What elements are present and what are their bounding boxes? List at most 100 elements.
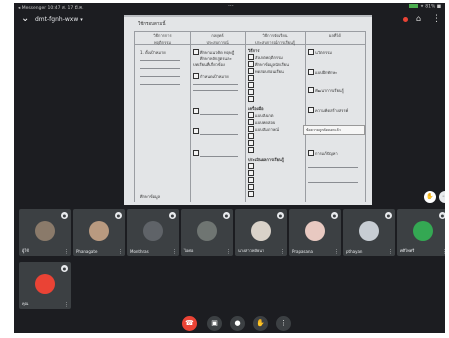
table-cell: ศึกษาข้อมูลนักเรียน xyxy=(255,62,289,67)
avatar xyxy=(35,221,55,241)
meet-screen: ◂ Messenger 10:47 ส. 17 มี.ค. ··· ✦ 81% … xyxy=(14,3,445,333)
collapse-chevron-icon[interactable]: ⌄ xyxy=(21,13,29,24)
copied-tooltip: ข้อความถูกคัดลอกแล้ว xyxy=(303,125,365,135)
checkbox[interactable] xyxy=(248,163,254,169)
screen-share-view[interactable]: ใช้กรอบตามนี้ วิธีการการ พฤติกรรม 1. ตั้… xyxy=(124,15,372,205)
checkbox[interactable] xyxy=(248,119,254,125)
table-cell: การแก้ปัญหา xyxy=(315,151,338,156)
recording-indicator-icon xyxy=(403,17,408,22)
participant-menu-icon[interactable]: ⋮ xyxy=(280,249,285,255)
mic-status-icon: ● xyxy=(61,212,68,219)
mic-status-icon: ● xyxy=(439,212,445,219)
mic-status-icon: ● xyxy=(331,212,338,219)
participant-menu-icon[interactable]: ⋮ xyxy=(118,249,123,255)
more-vert-icon[interactable]: ⋮ xyxy=(432,14,441,24)
avatar xyxy=(89,221,109,241)
raise-hand-icon[interactable]: ✋ xyxy=(253,316,268,331)
checkbox[interactable] xyxy=(248,140,254,146)
participant-name: ไอศอ xyxy=(184,248,194,253)
camera-icon[interactable]: ▣ xyxy=(207,316,222,331)
participant-menu-icon[interactable]: ⋮ xyxy=(442,249,445,255)
checkbox[interactable] xyxy=(248,68,254,74)
participant-tile[interactable]: ● ศศิไพศรี ⋮ xyxy=(397,209,445,256)
checkbox[interactable] xyxy=(193,108,199,114)
document-table: วิธีการการ พฤติกรรม 1. ตั้งเป้าหมาย ศึกษ… xyxy=(134,31,366,202)
checkbox[interactable] xyxy=(248,96,254,102)
checkbox[interactable] xyxy=(248,177,254,183)
checkbox[interactable] xyxy=(248,170,254,176)
shared-document: ใช้กรอบตามนี้ วิธีการการ พฤติกรรม 1. ตั้… xyxy=(124,17,372,205)
table-cell: นวัตกรรม xyxy=(315,50,332,55)
checkbox[interactable] xyxy=(308,49,314,55)
checkbox[interactable] xyxy=(248,61,254,67)
checkbox[interactable] xyxy=(308,150,314,156)
mic-status-icon: ● xyxy=(277,212,284,219)
status-left: ◂ Messenger 10:47 ส. 17 มี.ค. xyxy=(18,6,84,11)
avatar xyxy=(251,221,271,241)
avatar xyxy=(197,221,217,241)
checkbox[interactable] xyxy=(308,87,314,93)
meeting-code[interactable]: dmt-fgnh-wxw ▾ xyxy=(35,16,83,23)
mic-status-icon: ● xyxy=(385,212,392,219)
participant-name: นางสาวพลัยนา xyxy=(238,248,265,253)
microphone-icon[interactable]: ● xyxy=(230,316,245,331)
hand-icon[interactable]: ✋ xyxy=(424,191,436,203)
participant-menu-icon[interactable]: ⋮ xyxy=(226,249,231,255)
pin-icon[interactable]: ⌂ xyxy=(416,14,421,23)
table-cell: กำหนดเป้าหมาย xyxy=(200,74,229,79)
status-right: ✦ 81% ■ xyxy=(409,4,441,10)
table-cell: แบบสังเกต xyxy=(255,113,274,118)
checkbox[interactable] xyxy=(248,89,254,95)
checkbox[interactable] xyxy=(248,75,254,81)
column-header: กลยุทธ์ ประสบการณ์ xyxy=(190,32,245,45)
avatar xyxy=(305,221,325,241)
checkbox[interactable] xyxy=(248,82,254,88)
document-title: ใช้กรอบตามนี้ xyxy=(138,22,166,27)
checkbox[interactable] xyxy=(248,191,254,197)
section-label: วิธีการ xyxy=(248,48,260,53)
checkbox[interactable] xyxy=(248,147,254,153)
participant-tile[interactable]: ● Prapasana ⋮ xyxy=(289,209,341,256)
participant-name: Monthras xyxy=(130,249,149,254)
table-cell: แบบสัมภาษณ์ xyxy=(255,127,279,132)
end-call-icon[interactable]: ☎ xyxy=(182,316,197,331)
battery-icon xyxy=(409,4,419,8)
more-horiz-icon[interactable]: ⋯ xyxy=(439,191,445,203)
checkbox[interactable] xyxy=(248,112,254,118)
checkbox[interactable] xyxy=(193,49,199,55)
mic-status-icon: ● xyxy=(169,212,176,219)
checkbox[interactable] xyxy=(308,69,314,75)
checkbox[interactable] xyxy=(193,150,199,156)
checkbox[interactable] xyxy=(308,107,314,113)
participant-menu-icon[interactable]: ⋮ xyxy=(64,302,69,308)
participant-tile[interactable]: ● นางสาวพลัยนา ⋮ xyxy=(235,209,287,256)
participant-name: pthayan xyxy=(346,249,363,254)
checkbox[interactable] xyxy=(248,184,254,190)
participant-tile[interactable]: ● คุณ ⋮ xyxy=(19,262,71,309)
participant-menu-icon[interactable]: ⋮ xyxy=(172,249,177,255)
participant-menu-icon[interactable]: ⋮ xyxy=(388,249,393,255)
table-column: กลยุทธ์ ประสบการณ์ ศึกษาแนวคิด ทฤษฎี ศึก… xyxy=(190,32,246,202)
checkbox[interactable] xyxy=(248,54,254,60)
participant-tile[interactable]: ● pthayan ⋮ xyxy=(343,209,395,256)
checkbox[interactable] xyxy=(248,126,254,132)
participant-tile[interactable]: ● Phanagate ⋮ xyxy=(73,209,125,256)
checkbox[interactable] xyxy=(248,133,254,139)
avatar xyxy=(35,274,55,294)
table-cell: พัฒนาการเรียนรู้ xyxy=(315,88,344,93)
more-options-icon[interactable]: ⋮ xyxy=(276,316,291,331)
participant-tile[interactable]: ● ไอศอ ⋮ xyxy=(181,209,233,256)
mic-status-icon: ● xyxy=(115,212,122,219)
checkbox[interactable] xyxy=(193,128,199,134)
participant-menu-icon[interactable]: ⋮ xyxy=(64,249,69,255)
table-cell: ศึกษาข้อมูล xyxy=(140,194,161,199)
table-cell: แบบทดสอบ xyxy=(255,120,276,125)
call-controls: ☎ ▣ ● ✋ ⋮ xyxy=(14,316,445,333)
participant-menu-icon[interactable]: ⋮ xyxy=(334,249,339,255)
participant-tile[interactable]: ● Monthras ⋮ xyxy=(127,209,179,256)
participant-grid: ● ผู้ใช้ ⋮ ● Phanagate ⋮ ● Monthras ⋮ ● ไอศอ ⋮ ● นางส… xyxy=(14,209,445,329)
table-column: ผลที่ได้ นวัตกรรม แบบฝึกทักษะ พัฒนาการเร… xyxy=(305,32,365,202)
table-cell: สังเกตพฤติกรรม xyxy=(255,55,283,60)
checkbox[interactable] xyxy=(193,73,199,79)
participant-tile[interactable]: ● ผู้ใช้ ⋮ xyxy=(19,209,71,256)
